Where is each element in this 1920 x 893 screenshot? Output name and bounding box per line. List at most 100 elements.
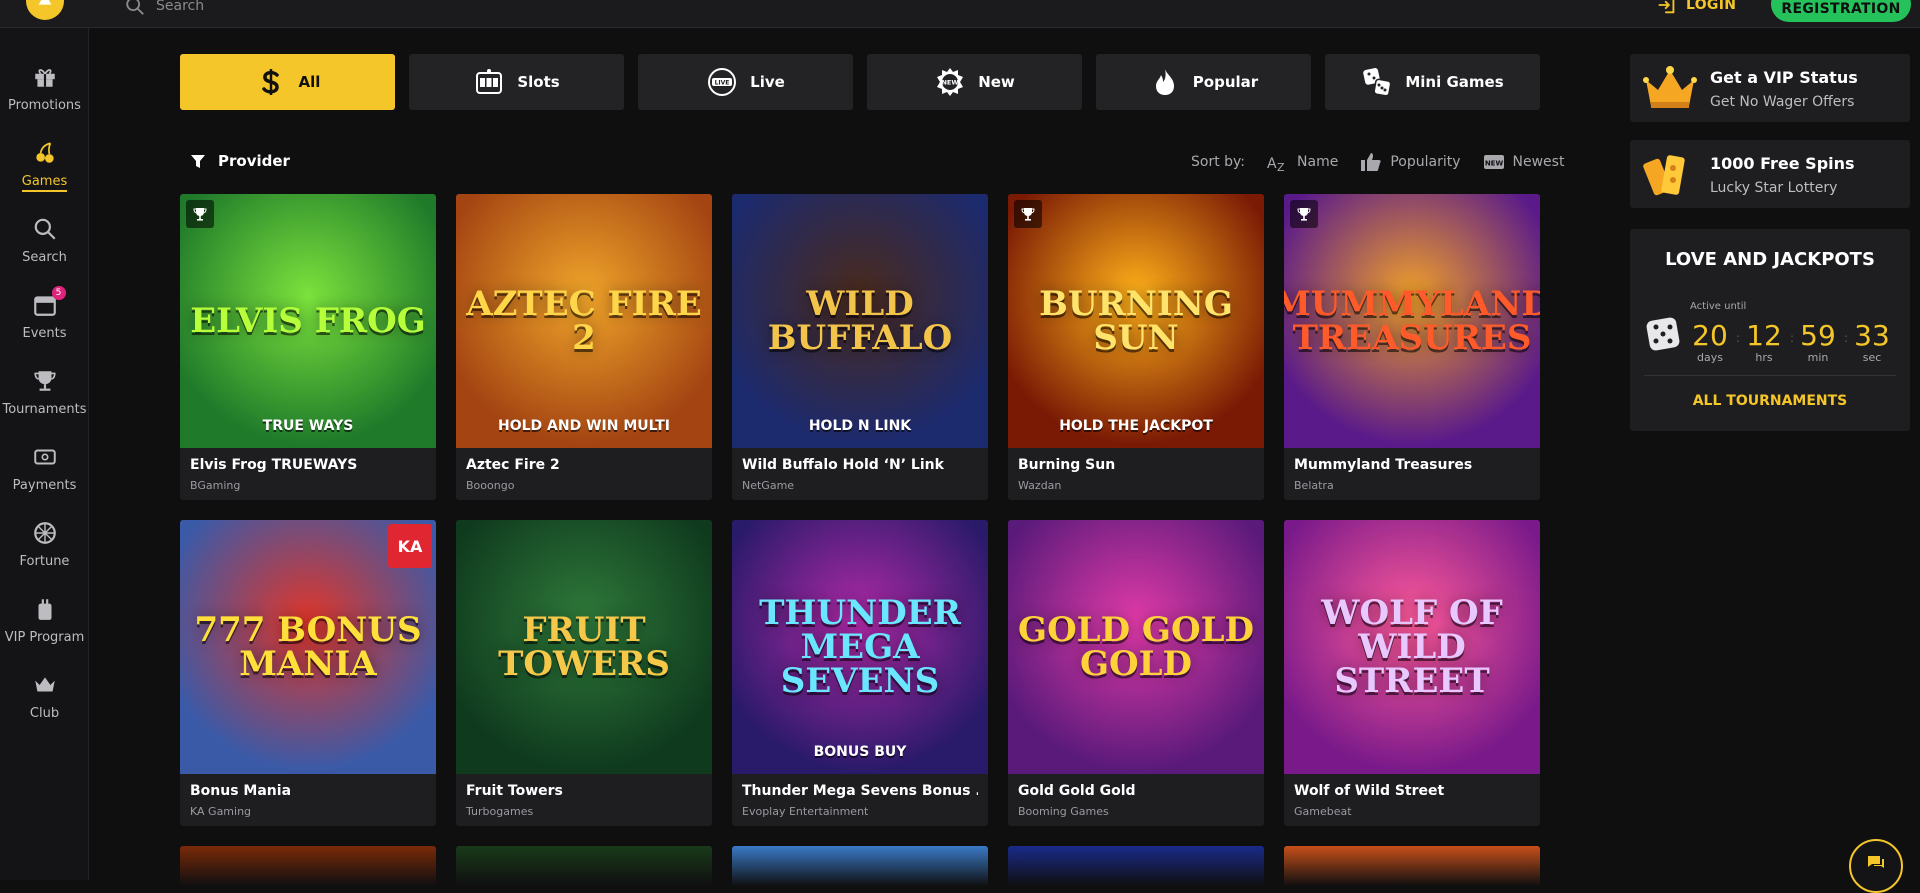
az-icon: AZ — [1267, 156, 1285, 172]
game-card[interactable]: AZTEC FIRE 2 HOLD AND WIN MULTI Aztec Fire… — [456, 194, 712, 500]
search-icon — [34, 218, 56, 240]
sidebar-item-search[interactable]: Search — [0, 214, 89, 265]
sidebar-item-events[interactable]: 5 Events — [0, 286, 89, 341]
game-card[interactable]: WILD BUFFALO HOLD N LINK Wild Buffalo Hold… — [732, 194, 988, 500]
tab-label: Slots — [517, 73, 560, 91]
search-icon — [126, 0, 144, 15]
tab-new[interactable]: NEW New — [867, 54, 1082, 110]
game-art-title: FRUIT TOWERS — [498, 610, 670, 684]
game-art-subtitle: BONUS BUY — [813, 744, 907, 760]
tab-live[interactable]: LIVE Live — [638, 54, 853, 110]
sidebar-item-payments[interactable]: Payments — [0, 442, 89, 493]
game-card[interactable]: WOLF OF WILD STREET Wolf of Wild Street Ga… — [1284, 520, 1540, 826]
sort-by-popularity[interactable]: Popularity — [1360, 152, 1461, 172]
game-name: Thunder Mega Sevens Bonus ... — [742, 783, 978, 799]
fire-icon — [1155, 69, 1174, 95]
countdown-separator: : — [1736, 331, 1741, 345]
sidebar-item-tournaments[interactable]: Tournaments — [0, 366, 89, 417]
active-until-label: Active until — [1690, 301, 1747, 312]
game-name: Mummyland Treasures — [1294, 457, 1473, 473]
game-card-partial[interactable] — [732, 846, 988, 886]
tab-all[interactable]: All — [180, 54, 395, 110]
game-card[interactable]: FRUIT TOWERS Fruit Towers Turbogames — [456, 520, 712, 826]
live-icon: LIVE — [708, 68, 737, 96]
tab-slots[interactable]: Slots — [409, 54, 624, 110]
sidebar-item-fortune[interactable]: Fortune — [0, 518, 89, 569]
countdown-value: 33 — [1854, 319, 1890, 352]
tab-popular[interactable]: Popular — [1096, 54, 1311, 110]
search-placeholder: Search — [156, 0, 205, 14]
sidebar-item-label: Promotions — [8, 98, 81, 113]
game-art-title: AZTEC FIRE 2 — [466, 284, 702, 358]
game-card-partial[interactable] — [1284, 846, 1540, 886]
sort-option-label: Name — [1297, 154, 1339, 170]
game-art-subtitle: TRUE WAYS — [262, 418, 354, 434]
sidebar-item-promotions[interactable]: Promotions — [0, 62, 89, 113]
game-thumbnail: THUNDER MEGA SEVENS BONUS BUY — [732, 520, 988, 774]
countdown-separator: : — [1844, 331, 1849, 345]
game-provider: BGaming — [190, 479, 241, 492]
free-spins-banner[interactable]: 1000 Free Spins Lucky Star Lottery — [1630, 140, 1910, 208]
chat-button[interactable] — [1849, 839, 1903, 893]
sidebar-item-games[interactable]: Games — [0, 138, 89, 192]
login-icon — [1658, 0, 1675, 14]
sidebar-item-club[interactable]: Club — [0, 670, 89, 721]
countdown-value: 12 — [1746, 319, 1782, 352]
thumbs-up-icon — [1361, 153, 1382, 171]
login-button[interactable]: LOGIN — [1656, 0, 1736, 16]
sidebar-item-label: Fortune — [19, 554, 70, 569]
cherries-icon — [35, 142, 54, 163]
sort-by-newest[interactable]: NEW Newest — [1483, 152, 1564, 172]
sidebar-item-label: Payments — [12, 478, 77, 493]
countdown-separator: : — [1790, 331, 1795, 345]
game-card-partial[interactable] — [456, 846, 712, 886]
game-card[interactable]: BURNING SUN HOLD THE JACKPOT Burning Sun Wa… — [1008, 194, 1264, 500]
divider — [1644, 375, 1896, 376]
svg-text:Z: Z — [1277, 161, 1285, 172]
tab-mini-games[interactable]: Mini Games — [1325, 54, 1540, 110]
filter-icon — [191, 155, 205, 168]
dice-icon — [1363, 68, 1392, 97]
chat-icon — [1868, 856, 1884, 868]
dice-icon — [1646, 317, 1680, 351]
top-bar: Search LOGIN REGISTRATION — [0, 0, 1920, 28]
game-art-title: 777 BONUS MANIA — [194, 610, 422, 684]
search-input[interactable]: Search — [124, 0, 204, 18]
game-card[interactable]: ELVIS FROG TRUE WAYS Elvis Frog TRUEWAYS BG… — [180, 194, 436, 500]
game-card[interactable]: MUMMYLAND TREASURES Mummyland Treasures Be… — [1284, 194, 1540, 500]
sort-option-label: Popularity — [1390, 154, 1461, 170]
countdown-seconds: 33 sec — [1850, 319, 1894, 365]
game-thumbnail: MUMMYLAND TREASURES — [1284, 194, 1540, 448]
sidebar-item-vip-program[interactable]: VIP Program — [0, 594, 89, 645]
all-tournaments-link[interactable]: ALL TOURNAMENTS — [1630, 393, 1910, 409]
game-card[interactable]: THUNDER MEGA SEVENS BONUS BUY Thunder Mega… — [732, 520, 988, 826]
provider-filter[interactable]: Provider — [190, 152, 290, 170]
sort-label: Sort by: — [1191, 154, 1246, 170]
game-name: Fruit Towers — [466, 783, 563, 799]
logo[interactable] — [26, 0, 64, 20]
game-provider: Belatra — [1294, 479, 1334, 492]
sort-bar: Sort by: AZ Name Popularity NEW Newest — [1191, 152, 1564, 172]
game-name: Burning Sun — [1018, 457, 1116, 473]
game-thumbnail: WOLF OF WILD STREET — [1284, 520, 1540, 774]
game-card[interactable]: 777 BONUS MANIA KA Bonus Mania KA Gaming — [180, 520, 436, 826]
tab-label: Popular — [1192, 73, 1259, 91]
game-provider: Turbogames — [466, 805, 534, 818]
gift-icon — [34, 69, 55, 87]
game-card[interactable]: GOLD GOLD GOLD Gold Gold Gold Booming Game… — [1008, 520, 1264, 826]
vip-subtitle: Get No Wager Offers — [1710, 94, 1855, 110]
game-card-partial[interactable] — [180, 846, 436, 886]
sort-by-name[interactable]: AZ Name — [1267, 152, 1338, 172]
slot-machine-icon — [476, 69, 503, 94]
provider-label: Provider — [218, 152, 290, 170]
game-art-title: ELVIS FROG — [190, 301, 426, 341]
registration-button[interactable]: REGISTRATION — [1771, 0, 1911, 22]
game-provider: KA Gaming — [190, 805, 252, 818]
sidebar-item-label: Tournaments — [2, 402, 87, 417]
countdown-value: 59 — [1800, 319, 1836, 352]
svg-text:NEW: NEW — [942, 79, 959, 87]
trophy-icon — [1014, 200, 1042, 228]
vip-status-banner[interactable]: Get a VIP Status Get No Wager Offers — [1630, 54, 1910, 122]
game-card-partial[interactable] — [1008, 846, 1264, 886]
game-art-title: WOLF OF WILD STREET — [1321, 593, 1503, 701]
